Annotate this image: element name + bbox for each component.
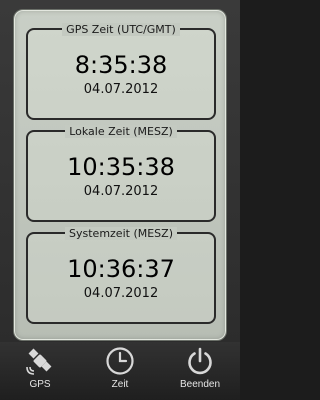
- gps-time-box: GPS Zeit (UTC/GMT) 8:35:38 04.07.2012: [26, 23, 216, 120]
- system-time-box: Systemzeit (MESZ) 10:36:37 04.07.2012: [26, 227, 216, 324]
- satellite-icon: [26, 348, 52, 375]
- bottom-nav: GPS Zeit Beenden: [0, 342, 240, 400]
- gps-time-value: 8:35:38: [74, 51, 168, 79]
- nav-time-button[interactable]: Zeit: [80, 342, 160, 400]
- gps-date-value: 04.07.2012: [83, 82, 159, 97]
- power-icon: [188, 347, 212, 375]
- gps-time-title: GPS Zeit (UTC/GMT): [62, 23, 180, 36]
- nav-exit-label: Beenden: [179, 379, 221, 390]
- nav-exit-button[interactable]: Beenden: [160, 342, 240, 400]
- nav-time-label: Zeit: [111, 379, 129, 390]
- clock-panel: GPS Zeit (UTC/GMT) 8:35:38 04.07.2012 Lo…: [13, 9, 227, 341]
- local-time-title: Lokale Zeit (MESZ): [65, 125, 177, 138]
- system-time-value: 10:36:37: [67, 255, 175, 283]
- local-date-value: 04.07.2012: [83, 184, 159, 199]
- clock-icon: [106, 347, 134, 375]
- app-screen: GPS Zeit (UTC/GMT) 8:35:38 04.07.2012 Lo…: [0, 0, 240, 400]
- nav-gps-button[interactable]: GPS: [0, 342, 80, 400]
- system-date-value: 04.07.2012: [83, 286, 159, 301]
- local-time-box: Lokale Zeit (MESZ) 10:35:38 04.07.2012: [26, 125, 216, 222]
- system-time-title: Systemzeit (MESZ): [65, 227, 177, 240]
- nav-gps-label: GPS: [29, 379, 51, 390]
- local-time-value: 10:35:38: [67, 153, 175, 181]
